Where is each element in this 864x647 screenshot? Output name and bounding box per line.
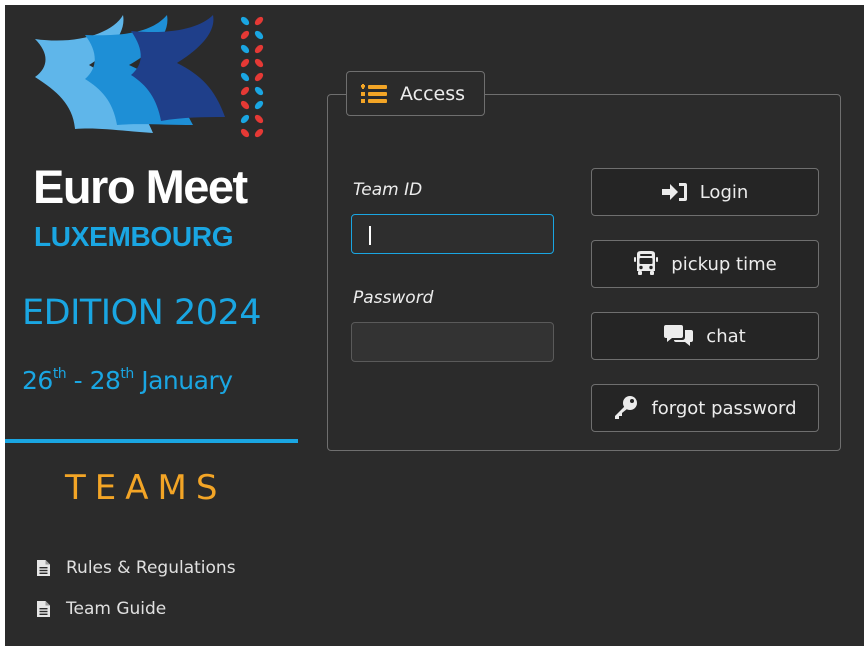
team-id-label: Team ID (353, 180, 423, 200)
pickup-time-button[interactable]: pickup time (591, 240, 819, 288)
link-team-guide[interactable]: Team Guide (37, 599, 166, 619)
brand-title: Euro Meet (33, 160, 248, 213)
password-input[interactable] (351, 322, 554, 362)
document-icon (37, 560, 50, 576)
login-button[interactable]: Login (591, 168, 819, 216)
text-cursor (369, 226, 371, 245)
chat-icon (664, 325, 694, 346)
section-heading-teams: TEAMS (65, 468, 227, 508)
edition-label: EDITION 2024 (22, 293, 262, 333)
euro-meet-logo (35, 15, 264, 138)
end-day: 28 (89, 366, 121, 395)
app-window: Euro Meet LUXEMBOURG EDITION 2024 26th -… (5, 5, 864, 646)
password-label: Password (353, 288, 434, 308)
sign-in-icon (661, 183, 687, 201)
forgot-password-button[interactable]: forgot password (591, 384, 819, 432)
sidebar-divider (5, 439, 298, 443)
event-dates: 26th - 28th January (22, 367, 233, 393)
key-icon (615, 396, 638, 419)
brand-subtitle: LUXEMBOURG (34, 221, 234, 252)
date-separator: - (66, 366, 90, 395)
link-label: Rules & Regulations (66, 558, 236, 578)
document-icon (37, 601, 50, 617)
chat-button-label: chat (706, 325, 746, 347)
link-label: Team Guide (66, 599, 167, 619)
chat-button[interactable]: chat (591, 312, 819, 360)
sidebar: Euro Meet LUXEMBOURG EDITION 2024 26th -… (5, 5, 305, 646)
end-day-suffix: th (120, 366, 134, 382)
forgot-password-button-label: forgot password (651, 397, 797, 419)
start-day-suffix: th (52, 366, 67, 382)
tab-label: Access (400, 82, 466, 105)
bus-icon (634, 251, 659, 275)
team-id-input[interactable] (351, 214, 554, 254)
tab-access[interactable]: Access (346, 71, 485, 116)
link-rules-regulations[interactable]: Rules & Regulations (37, 558, 236, 578)
list-icon (361, 83, 387, 103)
start-day: 26 (22, 366, 53, 395)
login-button-label: Login (699, 181, 749, 203)
pickup-time-button-label: pickup time (671, 253, 777, 275)
month: January (133, 366, 233, 395)
